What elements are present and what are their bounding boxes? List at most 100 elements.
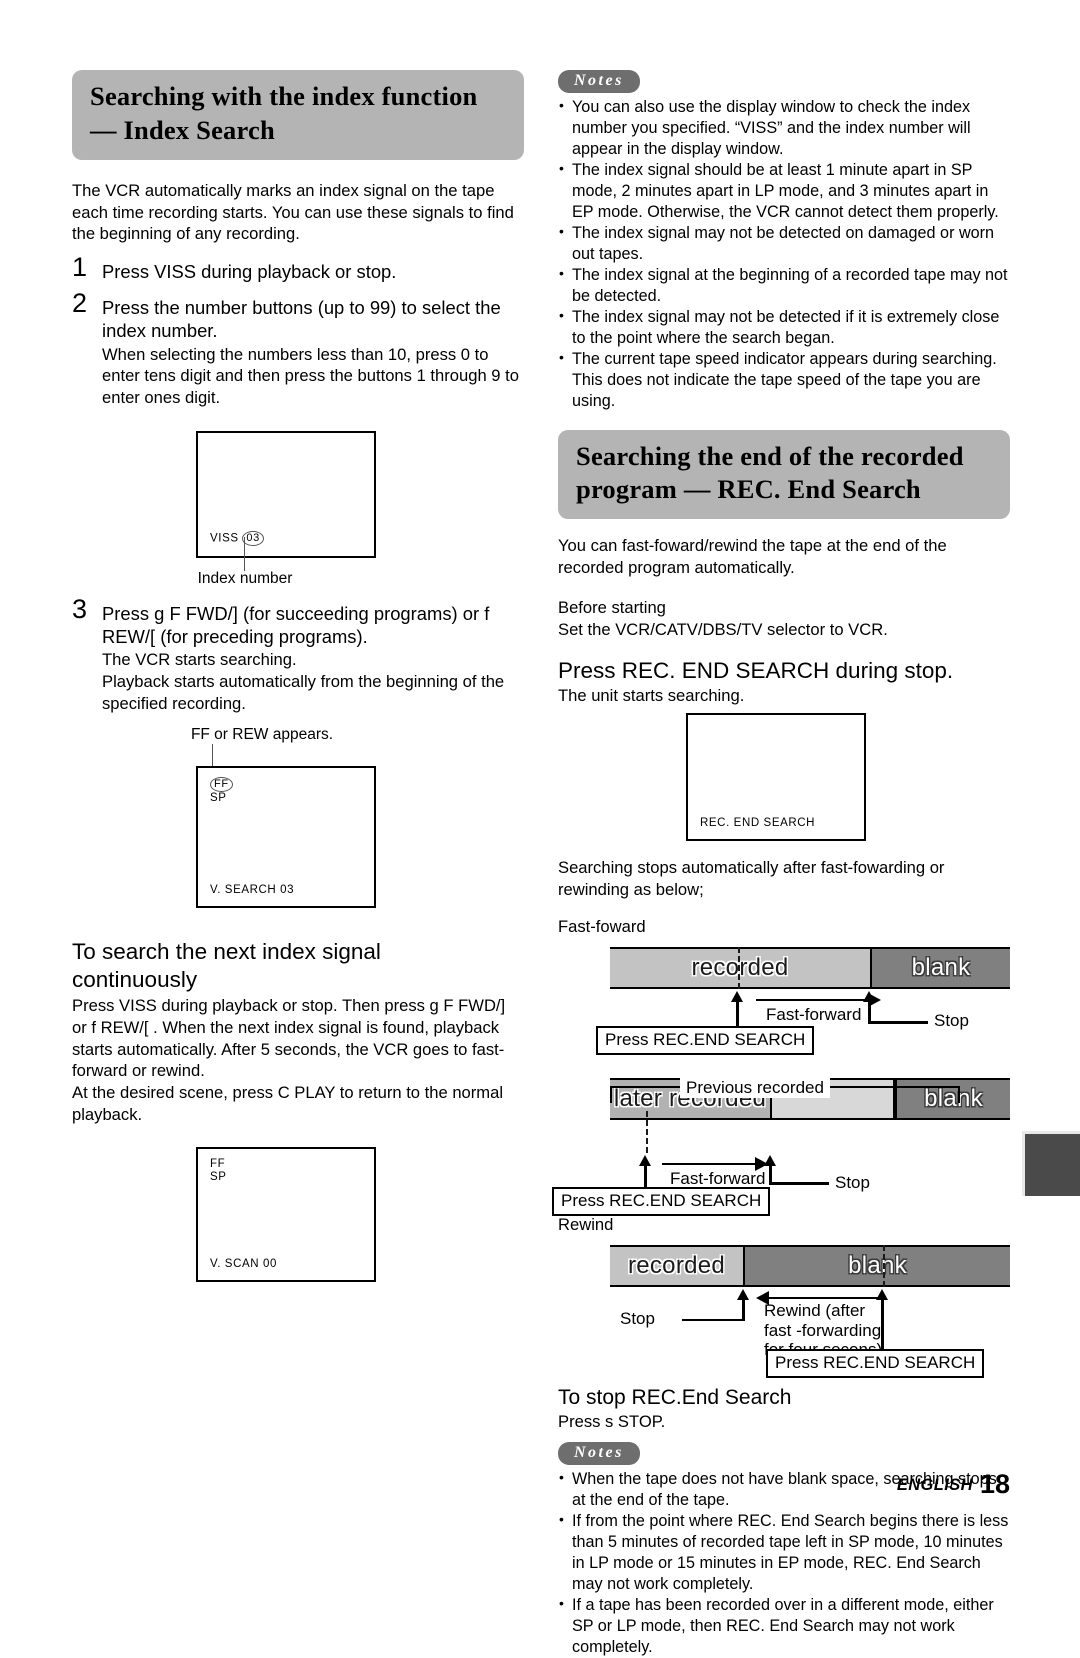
osd-sp-indicator: SP xyxy=(210,792,227,805)
step-3-number: 3 xyxy=(72,593,88,624)
stop-point-stem xyxy=(868,1001,871,1024)
index-number-caption: Index number xyxy=(197,569,293,587)
osd-v-search-status: V. SEARCH 03 xyxy=(210,884,295,897)
v-scan-figure: FF SP V. SCAN 00 xyxy=(72,1141,524,1291)
diagram-fast-forward-simple: recorded blank Fast-forward Stop Press R… xyxy=(558,947,1010,1055)
press-point-dashed-line xyxy=(738,947,740,990)
fast-forward-label: Fast-forward xyxy=(766,1005,862,1025)
osd-scan-indicators: FF SP xyxy=(210,1158,227,1184)
heading-line-1: Searching with the index function xyxy=(90,81,478,111)
note-item: You can also use the display window to c… xyxy=(558,96,1010,160)
rewind-label-line-1: Rewind (after xyxy=(764,1300,866,1320)
continuous-search-body: Press VISS during playback or stop. Then… xyxy=(72,996,506,1124)
press-rec-end-search-box: Press REC.END SEARCH xyxy=(596,1026,815,1055)
v-search-figure: FF or REW appears. FF SP V. SEARCH 03 xyxy=(72,722,524,927)
note-item: If from the point where REC. End Search … xyxy=(558,1510,1010,1595)
step-3-detail: The VCR starts searching. Playback start… xyxy=(102,650,505,713)
before-starting-label: Before starting xyxy=(558,597,666,617)
press-point-stem xyxy=(736,1001,739,1029)
note-item: The index signal at the beginning of a r… xyxy=(558,264,1010,307)
press-point-dashed-line xyxy=(883,1244,885,1287)
note-item: If a tape has been recorded over in a di… xyxy=(558,1594,1010,1658)
stop-label: Stop xyxy=(934,1011,969,1031)
page-footer: ENGLISH 18 xyxy=(897,1469,1010,1500)
press-point-dashed-line xyxy=(646,1111,648,1154)
tape-segment-recorded: recorded xyxy=(610,949,870,988)
step-3: 3 Press g F FWD/] (for succeeding progra… xyxy=(72,595,524,715)
stop-leader-line xyxy=(682,1318,744,1322)
note-item: The current tape speed indicator appears… xyxy=(558,348,1010,412)
press-rec-end-search-box: Press REC.END SEARCH xyxy=(766,1348,985,1378)
stop-rec-end-heading: To stop REC.End Search xyxy=(558,1385,792,1409)
index-number-leader-line xyxy=(244,536,245,571)
stop-leader-line xyxy=(868,1021,928,1024)
step-2-number: 2 xyxy=(72,288,88,319)
osd-v-scan-status: V. SCAN 00 xyxy=(210,1257,277,1270)
note-item: The index signal may not be detected if … xyxy=(558,306,1010,349)
tape-segment-blank: blank xyxy=(870,949,1010,988)
step-1: 1 Press VISS during playback or stop. xyxy=(72,254,524,283)
footer-language: ENGLISH xyxy=(896,1476,973,1494)
continuous-search-heading-line-1: To search the next index signal xyxy=(72,939,381,965)
section-heading-index-search: Searching with the index function — Inde… xyxy=(72,70,524,160)
stop-leader-line xyxy=(769,1182,829,1185)
footer-page-number: 18 xyxy=(979,1469,1010,1499)
osd-screen-rec-end-search: REC. END SEARCH xyxy=(686,713,866,842)
rewind-label-line-2: fast -forwarding xyxy=(764,1320,882,1340)
stop-rec-end-text: Press s STOP. xyxy=(558,1412,666,1432)
press-rec-end-search-box: Press REC.END SEARCH xyxy=(552,1187,771,1216)
osd-ff-indicator: FF xyxy=(210,777,233,793)
step-2-text: Press the number buttons (up to 99) to s… xyxy=(102,297,501,342)
ff-rew-caption: FF or REW appears. xyxy=(190,726,334,744)
rec-end-heading-line-2: program — REC. End Search xyxy=(576,474,921,505)
left-column: Searching with the index function — Inde… xyxy=(72,70,524,1291)
osd-screen-index: VISS 03 xyxy=(196,430,376,558)
rec-end-action-heading: Press REC. END SEARCH during stop. xyxy=(558,658,954,684)
osd-screen-v-scan: FF SP V. SCAN 00 xyxy=(196,1146,376,1282)
index-search-intro: The VCR automatically marks an index sig… xyxy=(72,180,514,244)
continuous-search-heading-line-2: continuously xyxy=(72,966,198,992)
osd-index-value: 03 xyxy=(242,530,264,546)
osd-search-indicators: FF SP xyxy=(210,777,233,805)
press-point-stem xyxy=(644,1165,647,1189)
rewind-arrow-shaft xyxy=(768,1296,883,1299)
page-edge-tab-marker xyxy=(1022,1131,1080,1196)
step-1-text: Press VISS during playback or stop. xyxy=(102,261,397,283)
note-item: The index signal may not be detected on … xyxy=(558,222,1010,265)
fast-forward-arrow-shaft xyxy=(756,999,871,1002)
stop-point-stem xyxy=(742,1298,745,1321)
right-column: Notes You can also use the display windo… xyxy=(552,70,1010,1658)
section-heading-rec-end-search: Searching the end of the recorded progra… xyxy=(558,429,1010,520)
rec-end-intro: You can fast-foward/rewind the tape at t… xyxy=(558,536,947,578)
fast-forward-label: Fast-forward xyxy=(670,1169,766,1189)
notes-badge-bottom: Notes xyxy=(558,1441,640,1465)
tape-segment-blank: blank xyxy=(743,1246,1010,1285)
continuous-search-heading: To search the next index signal continuo… xyxy=(72,938,524,993)
rec-end-heading-line-1: Searching the end of the recorded xyxy=(576,440,964,471)
notes-badge-top: Notes xyxy=(558,70,640,93)
tape-bar: recorded blank xyxy=(610,1244,1010,1287)
rec-end-action-sub: The unit starts searching. xyxy=(558,686,745,706)
diagram-rewind-label: Rewind xyxy=(558,1215,614,1235)
diagram-fast-forward-overrecorded: Previous recorded later recorded blank F… xyxy=(552,1078,1010,1216)
osd-viss-readout: VISS 03 xyxy=(210,530,264,546)
previous-recorded-label: Previous recorded xyxy=(680,1078,830,1099)
tape-segment-recorded: recorded xyxy=(610,1246,743,1285)
press-point-stem xyxy=(881,1298,884,1351)
tape-bar: recorded blank xyxy=(610,947,1010,990)
fast-forward-arrow-shaft xyxy=(662,1163,757,1166)
index-number-figure: VISS 03 Index number xyxy=(72,417,524,602)
rec-end-search-figure: REC. END SEARCH xyxy=(558,707,1010,857)
osd-sp-indicator-scan: SP xyxy=(210,1170,227,1183)
step-2-detail: When selecting the numbers less than 10,… xyxy=(102,344,519,408)
rec-end-after-text: Searching stops automatically after fast… xyxy=(558,858,945,899)
notes-list-top: You can also use the display window to c… xyxy=(558,96,1010,412)
manual-page: Searching with the index function — Inde… xyxy=(0,0,1080,1656)
step-1-number: 1 xyxy=(72,252,88,283)
diagram-ff-label: Fast-foward xyxy=(558,917,646,937)
osd-rec-end-status: REC. END SEARCH xyxy=(700,817,816,830)
osd-viss-label: VISS xyxy=(210,532,239,545)
stop-label: Stop xyxy=(620,1308,655,1328)
